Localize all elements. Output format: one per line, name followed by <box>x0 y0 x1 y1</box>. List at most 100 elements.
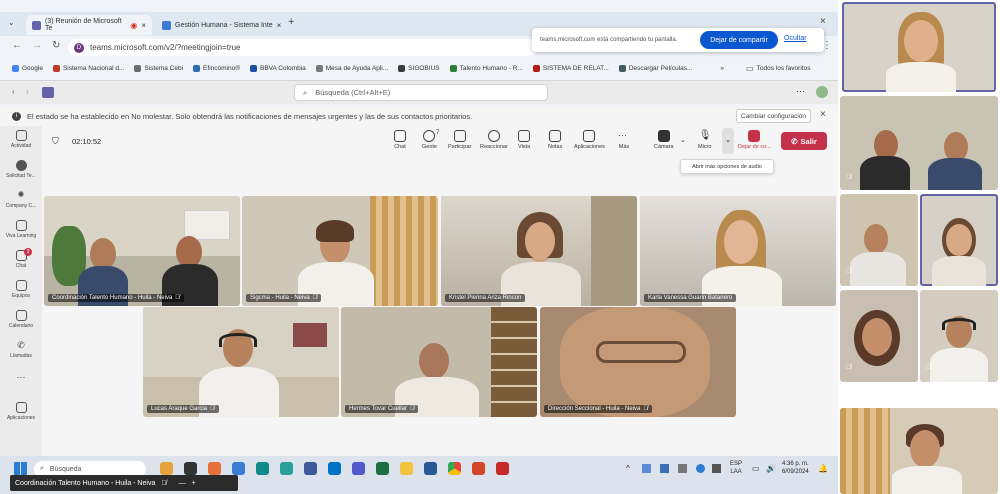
all-bookmarks[interactable]: ▭ Todos los favoritos <box>746 64 810 73</box>
onedrive-icon[interactable] <box>696 464 705 473</box>
taskbar-app-icon[interactable] <box>280 462 293 475</box>
bookmark-item[interactable]: Mesa de Ayuda Apli... <box>315 64 388 72</box>
close-icon[interactable]: × <box>141 21 146 30</box>
close-icon[interactable]: × <box>820 109 826 120</box>
taskbar-app-icon[interactable] <box>184 462 197 475</box>
back-icon[interactable]: ‹ <box>12 87 15 96</box>
leave-button[interactable]: ✆ Salir <box>781 132 827 150</box>
word-icon[interactable] <box>424 462 437 475</box>
tray-icon[interactable] <box>678 464 687 473</box>
change-settings-button[interactable]: Cambiar configuración <box>736 109 812 123</box>
pip-window-bar[interactable]: Coordinación Talento Humano - Huila - Ne… <box>10 475 238 491</box>
taskbar-app-icon[interactable] <box>208 462 221 475</box>
avatar[interactable] <box>816 86 828 98</box>
excel-icon[interactable] <box>376 462 389 475</box>
gallery-tile[interactable]: 🎙̸ <box>840 96 998 190</box>
windows-start-icon[interactable] <box>14 462 27 475</box>
video-tile-participant[interactable]: Dirección Seccional - Huila - Neiva 🎙̸ <box>540 307 736 417</box>
more-button[interactable]: ··· Más <box>618 130 630 150</box>
video-tile-participant[interactable]: Lucas Araque Garcia 🎙̸ <box>143 307 339 417</box>
tray-icon[interactable] <box>642 464 651 473</box>
tray-icon[interactable] <box>660 464 669 473</box>
raise-hand-button[interactable]: Participar <box>448 130 471 150</box>
video-tile-participant-speaking[interactable]: Kristel Pierina Ariza Rincon <box>441 196 637 306</box>
video-tile-participant[interactable]: Sigcma - Huila - Neiva 🎙̸ <box>242 196 438 306</box>
window-close-icon[interactable]: × <box>820 16 826 27</box>
bookmark-item[interactable]: Google <box>12 64 43 72</box>
rail-item-activity[interactable]: Actividad <box>0 130 42 149</box>
language-indicator[interactable]: ESP LAA <box>730 460 742 476</box>
back-icon[interactable]: ← <box>12 40 22 51</box>
forward-icon[interactable]: › <box>26 87 29 96</box>
bookmark-item[interactable]: SISTEMA DE RELAT... <box>532 64 609 72</box>
mic-button[interactable]: 🎙 Micro <box>698 130 711 150</box>
reload-icon[interactable]: ↻ <box>52 40 60 51</box>
new-tab-button[interactable]: + <box>288 16 294 28</box>
pdf-icon[interactable] <box>496 462 509 475</box>
bookmark-item[interactable]: Descargar Películas... <box>618 64 692 72</box>
chat-button[interactable]: Chat <box>394 130 406 150</box>
minimize-button[interactable]: — <box>179 480 186 487</box>
view-button[interactable]: Vista <box>518 130 530 150</box>
taskbar-app-icon[interactable] <box>232 462 245 475</box>
hide-link[interactable]: Ocultar <box>784 35 807 42</box>
rail-item-solicitud[interactable]: Solicitud Te... <box>0 160 42 179</box>
bookmark-item[interactable]: Sistema Cebi <box>134 64 183 72</box>
volume-icon[interactable]: 🔊 <box>766 464 776 473</box>
teams-search-input[interactable]: ⌕ Búsqueda (Ctrl+Alt+E) <box>294 84 548 101</box>
close-icon[interactable]: × <box>277 21 282 30</box>
edge-icon[interactable] <box>256 462 269 475</box>
rail-item-calendar[interactable]: Calendario <box>0 310 42 329</box>
bookmarks-overflow-icon[interactable]: » <box>720 65 724 72</box>
rail-item-teams[interactable]: Equipos <box>0 280 42 299</box>
audio-options-chevron-icon[interactable]: ⌄ <box>722 128 734 154</box>
taskbar-app-icon[interactable] <box>304 462 317 475</box>
gallery-tile[interactable] <box>920 194 998 286</box>
chevron-down-icon[interactable]: ⌄ <box>680 136 686 144</box>
chrome-icon[interactable] <box>448 462 461 475</box>
stop-sharing-button[interactable]: Dejar de co... <box>738 130 771 150</box>
stop-sharing-button[interactable]: Dejar de compartir <box>700 31 778 49</box>
camera-button[interactable]: Cámara <box>654 130 674 150</box>
teams-icon[interactable] <box>352 462 365 475</box>
bookmark-item[interactable]: Efincómino® <box>193 64 240 72</box>
gallery-tile[interactable]: 🎙̸ <box>840 290 918 382</box>
video-tile-participant-speaking[interactable]: Karla Vanessa Guarin Batanero <box>640 196 836 306</box>
rail-item-viva-learning[interactable]: Viva Learning <box>0 220 42 239</box>
video-tile-participant[interactable]: Hermes Tovar Cuellar 🎙̸ <box>341 307 537 417</box>
notifications-icon[interactable]: 🔔 <box>818 464 828 473</box>
video-tile-participant[interactable]: Coordinación Talento Humano - Huila - Ne… <box>44 196 240 306</box>
rail-item-chat[interactable]: Chat 3 <box>0 248 42 269</box>
clock[interactable]: 4:36 p. m. 6/09/2024 <box>782 460 809 476</box>
forward-icon[interactable]: → <box>32 40 42 51</box>
rail-item-apps[interactable]: Aplicaciones <box>0 402 42 421</box>
maximize-button[interactable]: + <box>192 480 196 487</box>
apps-button[interactable]: Aplicaciones <box>574 130 605 150</box>
notes-button[interactable]: Notas <box>548 130 562 150</box>
gallery-tile[interactable] <box>842 2 996 92</box>
rail-item-calls[interactable]: ✆ Llamadas <box>0 340 42 359</box>
powerpoint-icon[interactable] <box>472 462 485 475</box>
react-button[interactable]: Reaccionar <box>480 130 508 150</box>
people-button[interactable]: Gente 7 <box>422 130 439 150</box>
bookmark-item[interactable]: Talento Humano - R... <box>449 64 523 72</box>
tray-icon[interactable] <box>712 464 721 473</box>
bookmark-item[interactable]: Sistema Nacional d... <box>52 64 124 72</box>
folder-icon[interactable] <box>400 462 413 475</box>
rail-item-more[interactable]: ··· <box>0 372 42 382</box>
gallery-tile[interactable] <box>840 408 998 494</box>
gallery-tile[interactable]: 🎙̸ <box>840 194 918 286</box>
taskbar-app-icon[interactable] <box>160 462 173 475</box>
tab-teams-meeting[interactable]: (3) Reunión de Microsoft Te ◉ × <box>26 15 152 35</box>
rail-item-company[interactable]: ✺ Company C... <box>0 190 42 209</box>
tab-search-icon[interactable]: ⌄ <box>8 18 15 27</box>
outlook-icon[interactable] <box>328 462 341 475</box>
bookmark-item[interactable]: SIGOBIUS <box>398 64 440 72</box>
gallery-tile[interactable]: 🎙̸ <box>920 290 998 382</box>
tab-gestion-humana[interactable]: Gestión Humana - Sistema Inte × <box>156 15 288 35</box>
network-icon[interactable]: ▭ <box>752 464 760 473</box>
bookmark-item[interactable]: BBVA Colombia <box>250 64 306 72</box>
tray-expand-icon[interactable]: ^ <box>626 464 630 473</box>
address-bar[interactable]: D teams.microsoft.com/v2/?meetingjoin=tr… <box>68 39 538 56</box>
more-options-icon[interactable]: ··· <box>796 86 805 96</box>
